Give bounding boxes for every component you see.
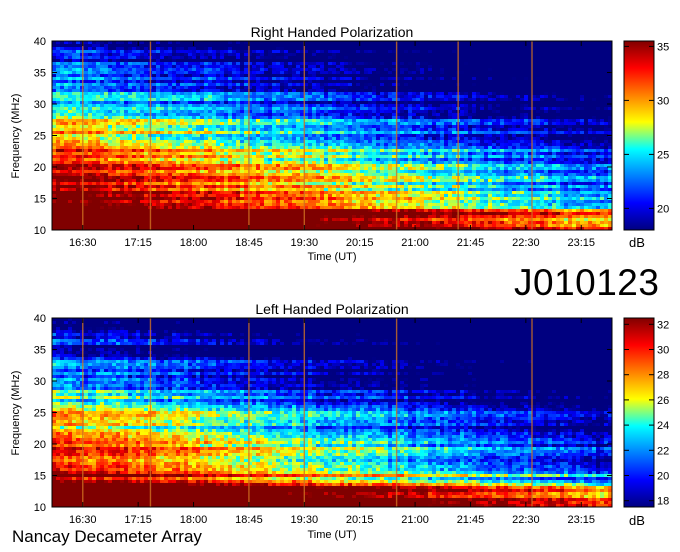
- dynamic-spectrum-left: [52, 318, 612, 507]
- y-tick-label: 15: [34, 471, 46, 483]
- colorbar-tick-label: 20: [657, 471, 669, 483]
- y-tick-label: 30: [34, 99, 46, 111]
- y-tick-label: 15: [34, 194, 46, 206]
- x-tick-label: 19:30: [291, 237, 319, 249]
- colorbar-tick-label: 28: [657, 370, 669, 382]
- x-tick-label: 23:15: [567, 237, 595, 249]
- colorbar: 20 25 30 35: [623, 40, 669, 231]
- y-tick-label: 20: [34, 439, 46, 451]
- colorbar-tick-label: 35: [657, 41, 669, 53]
- right-polarization-panel: Right Handed Polarization 16:30 17:15 18:0…: [10, 24, 669, 263]
- dynamic-spectrum-right: [52, 41, 612, 230]
- y-tick-label: 25: [34, 131, 46, 143]
- x-tick-label: 18:45: [235, 237, 263, 249]
- y-axis-label: Frequency (MHz): [10, 371, 22, 456]
- colorbar-tick-label: 32: [657, 319, 669, 331]
- observation-id: J010123: [514, 262, 660, 303]
- colorbar-tick-label: 26: [657, 395, 669, 407]
- x-tick-label: 20:15: [346, 514, 374, 526]
- x-tick-label: 20:15: [346, 237, 374, 249]
- instrument-credit: Nancay Decameter Array: [12, 527, 202, 546]
- x-tick-label: 21:00: [401, 237, 429, 249]
- colorbar-tick-label: 30: [657, 95, 669, 107]
- y-tick-label: 30: [34, 376, 46, 388]
- y-tick-label: 40: [34, 36, 46, 48]
- x-tick-label: 18:00: [180, 237, 208, 249]
- x-axis-label: Time (UT): [307, 529, 356, 541]
- x-tick-label: 22:30: [512, 237, 540, 249]
- colorbar-label: dB: [629, 513, 645, 528]
- x-axis-label: Time (UT): [307, 251, 356, 263]
- y-tick-label: 40: [34, 313, 46, 325]
- x-tick-label: 18:00: [180, 514, 208, 526]
- y-tick-label: 25: [34, 408, 46, 420]
- colorbar-tick-label: 22: [657, 445, 669, 457]
- x-tick-label: 21:00: [401, 514, 429, 526]
- y-tick-label: 35: [34, 345, 46, 357]
- x-tick-label: 18:45: [235, 514, 263, 526]
- x-tick-label: 22:30: [512, 514, 540, 526]
- x-tick-label: 16:30: [69, 514, 97, 526]
- panel-title: Left Handed Polarization: [255, 301, 408, 317]
- panel-title: Right Handed Polarization: [251, 24, 414, 40]
- x-tick-label: 21:45: [457, 514, 485, 526]
- colorbar-tick-label: 25: [657, 149, 669, 161]
- colorbar-tick-label: 18: [657, 496, 669, 508]
- x-tick-label: 17:15: [124, 514, 152, 526]
- colorbar-scale: [623, 40, 655, 231]
- colorbar-scale: [623, 317, 655, 508]
- colorbar-tick-label: 24: [657, 420, 669, 432]
- x-tick-label: 16:30: [69, 237, 97, 249]
- y-tick-label: 20: [34, 162, 46, 174]
- colorbar-label: dB: [629, 235, 645, 250]
- colorbar: 18 20 22 24 26 28 30 32: [623, 317, 669, 508]
- y-tick-label: 10: [34, 225, 46, 237]
- y-tick-label: 10: [34, 502, 46, 514]
- y-tick-label: 35: [34, 68, 46, 80]
- x-tick-label: 23:15: [567, 514, 595, 526]
- colorbar-tick-label: 30: [657, 345, 669, 357]
- y-axis-label: Frequency (MHz): [10, 94, 22, 179]
- x-tick-label: 19:30: [291, 514, 319, 526]
- colorbar-tick-label: 20: [657, 203, 669, 215]
- x-tick-label: 21:45: [457, 237, 485, 249]
- left-polarization-panel: Left Handed Polarization 16:30 17:15 18:00…: [10, 301, 669, 541]
- x-tick-label: 17:15: [124, 237, 152, 249]
